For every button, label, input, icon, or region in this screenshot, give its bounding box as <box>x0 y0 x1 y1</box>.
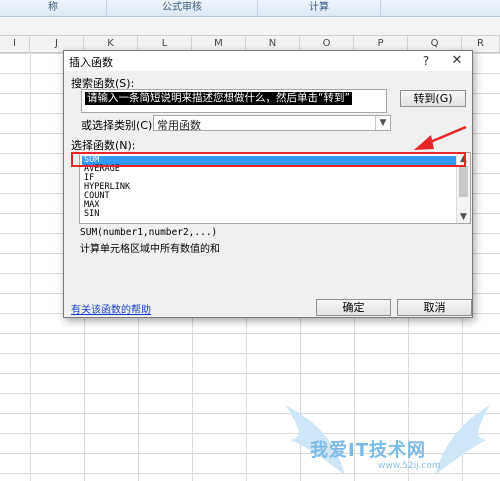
ribbon-group-formula-auditing[interactable]: 公式审核 <box>107 0 258 16</box>
ok-button[interactable]: 确定 <box>316 299 391 316</box>
function-description: 计算单元格区域中所有数值的和 <box>80 244 220 255</box>
cancel-button[interactable]: 取消 <box>397 299 472 316</box>
list-item[interactable]: IF <box>82 174 456 183</box>
scroll-up-icon[interactable]: ▲ <box>457 153 470 165</box>
help-icon[interactable]: ? <box>418 53 434 69</box>
function-syntax: SUM(number1,number2,...) <box>80 227 218 238</box>
function-help-link[interactable]: 有关该函数的帮助 <box>71 301 151 316</box>
search-function-input[interactable]: 请输入一条简短说明来描述您想做什么，然后单击“转到” <box>81 89 387 113</box>
list-item[interactable]: SIN <box>82 210 456 219</box>
ribbon-group-name[interactable]: 称 <box>0 0 107 16</box>
ribbon-group-bar: 称 公式审核 计算 <box>0 0 500 17</box>
scrollbar-thumb[interactable] <box>459 166 468 197</box>
function-list[interactable]: SUM AVERAGE IF HYPERLINK COUNT MAX SIN ▲… <box>79 152 471 224</box>
ribbon-group-calculation[interactable]: 计算 <box>258 0 381 16</box>
go-button[interactable]: 转到(G) <box>400 90 466 107</box>
watermark-text: 我爱IT技术网 <box>310 440 426 461</box>
category-label: 或选择类别(C): <box>81 119 156 132</box>
scroll-down-icon[interactable]: ▼ <box>457 211 470 223</box>
list-item[interactable]: COUNT <box>82 192 456 201</box>
insert-function-dialog: 插入函数 ? ✕ 搜索函数(S): 请输入一条简短说明来描述您想做什么，然后单击… <box>63 50 473 318</box>
list-item[interactable]: AVERAGE <box>82 165 456 174</box>
dialog-title: 插入函数 <box>69 56 113 69</box>
category-value: 常用函数 <box>157 119 201 132</box>
select-function-label: 选择函数(N): <box>71 139 136 152</box>
list-scrollbar[interactable]: ▲ ▼ <box>456 153 470 223</box>
list-item[interactable]: MAX <box>82 201 456 210</box>
column-header[interactable]: I <box>0 36 30 52</box>
search-function-text: 请输入一条简短说明来描述您想做什么，然后单击“转到” <box>85 92 352 105</box>
category-select[interactable]: 常用函数 ▼ <box>153 115 391 132</box>
watermark-url: www.52ij.com <box>378 461 441 471</box>
dialog-titlebar[interactable]: 插入函数 ? ✕ <box>64 51 472 71</box>
chevron-down-icon[interactable]: ▼ <box>375 116 390 130</box>
list-item[interactable]: HYPERLINK <box>82 183 456 192</box>
list-item[interactable]: SUM <box>82 156 456 165</box>
close-icon[interactable]: ✕ <box>448 53 466 69</box>
formula-bar[interactable] <box>0 17 500 36</box>
